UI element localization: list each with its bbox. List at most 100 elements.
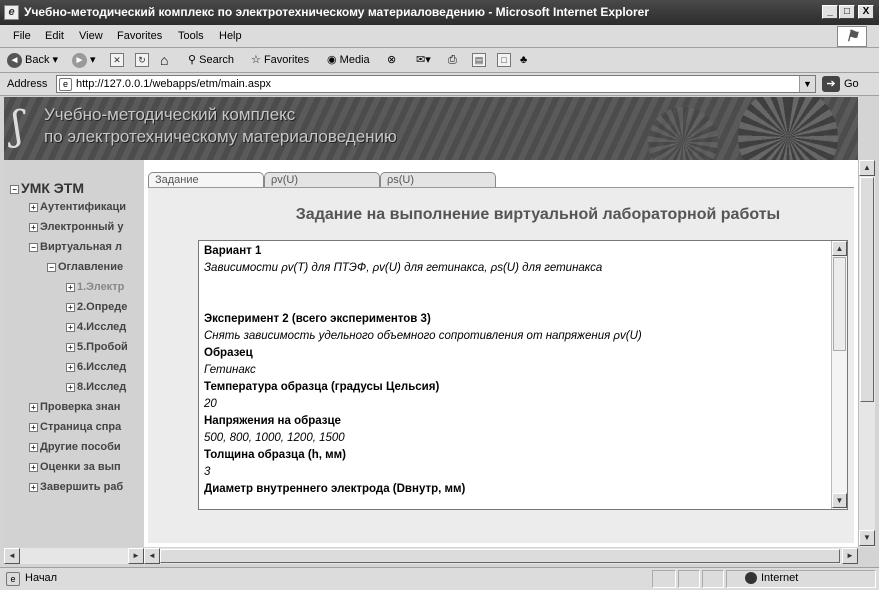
page-vertical-scrollbar[interactable]: ▲ ▼ <box>858 160 875 547</box>
tab-rho-v[interactable]: ρv(U) <box>264 172 380 188</box>
ie-app-icon[interactable]: e <box>4 5 19 20</box>
address-label: Address <box>7 78 48 90</box>
media-icon: ◉ <box>327 54 337 66</box>
page-horizontal-scrollbar[interactable]: ◄ ► <box>144 548 858 564</box>
menu-file[interactable]: File <box>13 30 31 42</box>
tree-item[interactable]: + Электронный у <box>29 221 123 233</box>
collapse-icon[interactable]: − <box>10 184 19 194</box>
tree-item[interactable]: +6.Исслед <box>66 361 126 373</box>
tree-horizontal-scrollbar[interactable]: ◄ ► <box>4 548 144 564</box>
expand-icon[interactable]: + <box>66 342 75 352</box>
menu-favorites[interactable]: Favorites <box>117 30 162 42</box>
expand-icon[interactable]: + <box>66 322 75 332</box>
expand-icon[interactable]: + <box>66 282 75 292</box>
tree-item[interactable]: +8.Исслед <box>66 381 126 393</box>
home-button[interactable]: ⌂ <box>160 52 168 69</box>
expand-icon[interactable]: + <box>29 422 38 432</box>
menu-bar: File Edit View Favorites Tools Help <box>0 25 879 48</box>
go-button[interactable]: ➔ Go <box>822 76 859 92</box>
scroll-up-icon[interactable]: ▲ <box>832 241 847 256</box>
scroll-thumb[interactable] <box>860 177 874 402</box>
scroll-left-icon[interactable]: ◄ <box>144 548 160 564</box>
assignment-textarea[interactable]: Вариант 1 Зависимости ρv(T) для ПТЭФ, ρv… <box>198 240 848 510</box>
thickness-value: 3 <box>204 466 211 478</box>
search-button[interactable]: ⚲ Search <box>188 52 234 69</box>
expand-icon[interactable]: + <box>29 442 38 452</box>
collapse-icon[interactable]: − <box>29 242 38 252</box>
refresh-button[interactable]: ↻ <box>135 52 149 69</box>
textarea-scrollbar[interactable]: ▲ ▼ <box>831 241 847 509</box>
tree-item[interactable]: +1.Электр <box>66 281 124 293</box>
discuss-button[interactable]: □ <box>497 52 511 69</box>
scroll-right-icon[interactable]: ► <box>842 548 858 564</box>
tab-assignment[interactable]: Задание <box>148 172 264 188</box>
expand-icon[interactable]: + <box>29 222 38 232</box>
messenger-button[interactable]: ♣ <box>520 52 527 69</box>
history-icon: ⊗ <box>387 54 397 66</box>
tree-item[interactable]: +4.Исслед <box>66 321 126 333</box>
history-button[interactable]: ⊗ <box>387 52 396 69</box>
status-cell <box>652 570 676 588</box>
favorites-label: Favorites <box>263 54 310 66</box>
tree-item[interactable]: + Проверка знан <box>29 401 120 413</box>
address-input[interactable]: e http://127.0.0.1/webapps/etm/main.aspx… <box>56 75 816 93</box>
minimize-button[interactable]: _ <box>822 5 838 19</box>
tree-item[interactable]: − Оглавление <box>47 261 123 273</box>
voltage-value: 500, 800, 1000, 1200, 1500 <box>204 432 345 444</box>
scroll-down-icon[interactable]: ▼ <box>832 493 847 508</box>
site-banner: ʃ Учебно-методический комплекс по электр… <box>4 97 858 160</box>
address-dropdown-icon[interactable]: ▼ <box>799 76 815 92</box>
tree-item[interactable]: + Страница спра <box>29 421 121 433</box>
experiment-title: Эксперимент 2 (всего экспериментов 3) <box>204 313 431 325</box>
search-icon: ⚲ <box>188 54 197 66</box>
forward-button[interactable]: ► ▾ <box>72 52 96 69</box>
expand-icon[interactable]: + <box>29 462 38 472</box>
expand-icon[interactable]: + <box>29 402 38 412</box>
scroll-left-icon[interactable]: ◄ <box>4 548 20 564</box>
expand-icon[interactable]: + <box>29 482 38 492</box>
maximize-button[interactable]: □ <box>839 5 855 19</box>
tree-item[interactable]: − Виртуальная л <box>29 241 122 253</box>
close-button[interactable]: X <box>858 5 874 19</box>
favorites-button[interactable]: ☆ Favorites <box>251 52 309 69</box>
tree-item[interactable]: +5.Пробой <box>66 341 128 353</box>
tree-item[interactable]: + Завершить раб <box>29 481 123 493</box>
menu-tools[interactable]: Tools <box>178 30 204 42</box>
media-button[interactable]: ◉ Media <box>327 52 370 69</box>
menu-edit[interactable]: Edit <box>45 30 64 42</box>
expand-icon[interactable]: + <box>66 362 75 372</box>
go-arrow-icon: ➔ <box>822 76 840 92</box>
scroll-down-icon[interactable]: ▼ <box>859 530 875 546</box>
collapse-icon[interactable]: − <box>47 262 56 272</box>
expand-icon[interactable]: + <box>66 382 75 392</box>
scroll-up-icon[interactable]: ▲ <box>859 160 875 176</box>
edit-button[interactable]: ▤ <box>472 52 486 69</box>
media-label: Media <box>339 54 370 66</box>
edit-icon: ▤ <box>472 53 486 68</box>
tree-item[interactable]: + Другие пособи <box>29 441 121 453</box>
go-label: Go <box>844 77 859 90</box>
stop-button[interactable]: ✕ <box>110 52 124 69</box>
tab-rho-s[interactable]: ρs(U) <box>380 172 496 188</box>
scroll-thumb[interactable] <box>160 549 840 563</box>
scroll-right-icon[interactable]: ► <box>128 548 144 564</box>
tree-root[interactable]: − УМК ЭТМ <box>10 180 84 196</box>
print-icon: ⎙ <box>448 54 457 66</box>
address-url[interactable]: http://127.0.0.1/webapps/etm/main.aspx <box>76 78 271 90</box>
tree-item[interactable]: + Оценки за вып <box>29 461 121 473</box>
expand-icon[interactable]: + <box>29 202 38 212</box>
status-text: Начал <box>25 572 58 584</box>
menu-view[interactable]: View <box>79 30 103 42</box>
mail-icon: ✉▾ <box>416 54 431 66</box>
print-button[interactable]: ⎙ <box>448 52 457 69</box>
back-button[interactable]: ◄ Back ▾ <box>7 52 58 69</box>
security-zone: Internet <box>745 572 798 585</box>
tree-item[interactable]: + Аутентификаци <box>29 201 126 213</box>
mail-button[interactable]: ✉▾ <box>416 52 431 69</box>
expand-icon[interactable]: + <box>66 302 75 312</box>
title-bar: e Учебно-методический комплекс по электр… <box>0 0 879 25</box>
scroll-thumb[interactable] <box>833 257 846 351</box>
menu-help[interactable]: Help <box>219 30 242 42</box>
tab-panel: Задание на выполнение виртуальной лабора… <box>148 187 854 543</box>
tree-item[interactable]: +2.Опреде <box>66 301 127 313</box>
